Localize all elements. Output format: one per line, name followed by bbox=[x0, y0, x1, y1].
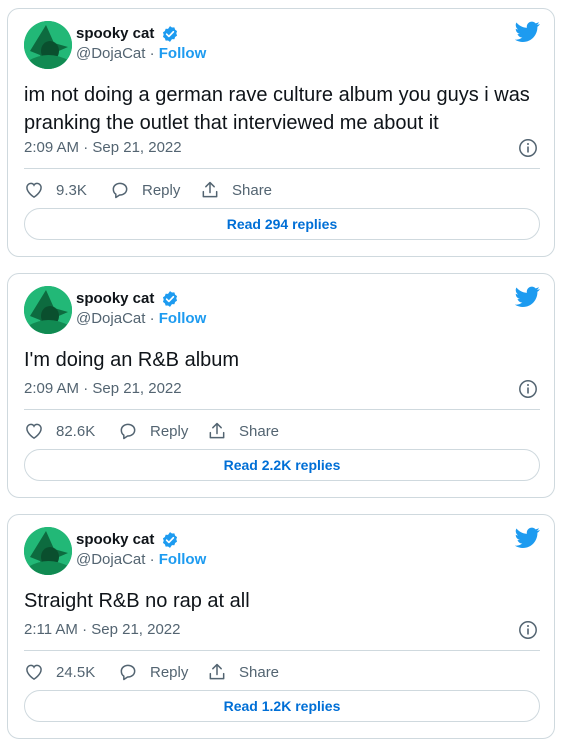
info-icon[interactable] bbox=[518, 138, 538, 158]
reply-bubble-icon bbox=[120, 664, 136, 681]
follow-link[interactable]: Follow bbox=[159, 45, 207, 62]
share-upload-icon bbox=[209, 663, 225, 680]
reply-button[interactable]: Reply bbox=[118, 419, 188, 443]
tweet-text: Straight R&B no rap at all bbox=[24, 590, 250, 612]
display-name[interactable]: spooky cat bbox=[76, 24, 154, 43]
share-label: Share bbox=[239, 422, 280, 440]
heart-icon bbox=[26, 664, 42, 680]
twitter-bird-icon[interactable] bbox=[515, 527, 540, 549]
separator-dot: · bbox=[149, 310, 155, 327]
twitter-bird-icon[interactable] bbox=[515, 21, 540, 43]
like-button[interactable]: 82.6K bbox=[24, 419, 95, 443]
read-replies-button[interactable]: Read 294 replies bbox=[24, 208, 540, 240]
divider bbox=[24, 409, 540, 410]
read-replies-button[interactable]: Read 2.2K replies bbox=[24, 449, 540, 481]
twitter-bird-icon[interactable] bbox=[515, 286, 540, 308]
heart-icon bbox=[26, 423, 42, 439]
tweet-text: I'm doing an R&B album bbox=[24, 349, 240, 371]
share-label: Share bbox=[232, 181, 273, 199]
reply-bubble-icon bbox=[120, 423, 136, 440]
display-name[interactable]: spooky cat bbox=[76, 289, 154, 308]
tweet-header: spooky cat @DojaCat · Follow bbox=[24, 286, 540, 334]
avatar[interactable] bbox=[24, 286, 72, 334]
tweet-text: im not doing a german rave culture album… bbox=[24, 84, 530, 134]
separator-dot: · bbox=[149, 45, 155, 62]
like-count: 24.5K bbox=[56, 663, 96, 681]
like-count: 9.3K bbox=[56, 181, 87, 199]
info-icon[interactable] bbox=[518, 379, 538, 399]
share-label: Share bbox=[239, 663, 280, 681]
heart-icon bbox=[26, 182, 42, 198]
share-upload-icon bbox=[209, 422, 225, 439]
share-upload-icon bbox=[202, 181, 218, 198]
verified-badge-icon bbox=[162, 531, 177, 548]
handle[interactable]: @DojaCat bbox=[76, 45, 145, 62]
avatar[interactable] bbox=[24, 527, 72, 575]
verified-badge-icon bbox=[162, 290, 177, 307]
timestamp[interactable]: 2:09 AM · Sep 21, 2022 bbox=[24, 379, 182, 399]
share-button[interactable]: Share bbox=[207, 419, 279, 443]
read-replies-button[interactable]: Read 1.2K replies bbox=[24, 690, 540, 722]
tweet-card[interactable]: spooky cat @DojaCat · Follow im not doin… bbox=[7, 8, 555, 257]
reply-label: Reply bbox=[150, 663, 189, 681]
reply-label: Reply bbox=[142, 181, 181, 199]
divider bbox=[24, 650, 540, 651]
share-button[interactable]: Share bbox=[200, 178, 272, 202]
reply-label: Reply bbox=[150, 422, 189, 440]
handle[interactable]: @DojaCat bbox=[76, 310, 145, 327]
info-icon[interactable] bbox=[518, 620, 538, 640]
tweet-header: spooky cat @DojaCat · Follow bbox=[24, 527, 540, 575]
timestamp[interactable]: 2:09 AM · Sep 21, 2022 bbox=[24, 138, 182, 158]
tweet-header: spooky cat @DojaCat · Follow bbox=[24, 21, 540, 69]
reply-button[interactable]: Reply bbox=[110, 178, 180, 202]
follow-link[interactable]: Follow bbox=[159, 551, 207, 568]
tweet-card[interactable]: spooky cat @DojaCat · Follow I'm doing a… bbox=[7, 273, 555, 498]
like-button[interactable]: 9.3K bbox=[24, 178, 87, 202]
separator-dot: · bbox=[149, 551, 155, 568]
like-button[interactable]: 24.5K bbox=[24, 660, 95, 684]
reply-bubble-icon bbox=[112, 182, 128, 199]
display-name[interactable]: spooky cat bbox=[76, 530, 154, 549]
handle[interactable]: @DojaCat bbox=[76, 551, 145, 568]
share-button[interactable]: Share bbox=[207, 660, 279, 684]
avatar[interactable] bbox=[24, 21, 72, 69]
divider bbox=[24, 168, 540, 169]
timestamp[interactable]: 2:11 AM · Sep 21, 2022 bbox=[24, 620, 181, 640]
reply-button[interactable]: Reply bbox=[118, 660, 188, 684]
verified-badge-icon bbox=[162, 25, 177, 42]
like-count: 82.6K bbox=[56, 422, 96, 440]
follow-link[interactable]: Follow bbox=[159, 310, 207, 327]
tweet-card[interactable]: spooky cat @DojaCat · Follow Straight R&… bbox=[7, 514, 555, 739]
